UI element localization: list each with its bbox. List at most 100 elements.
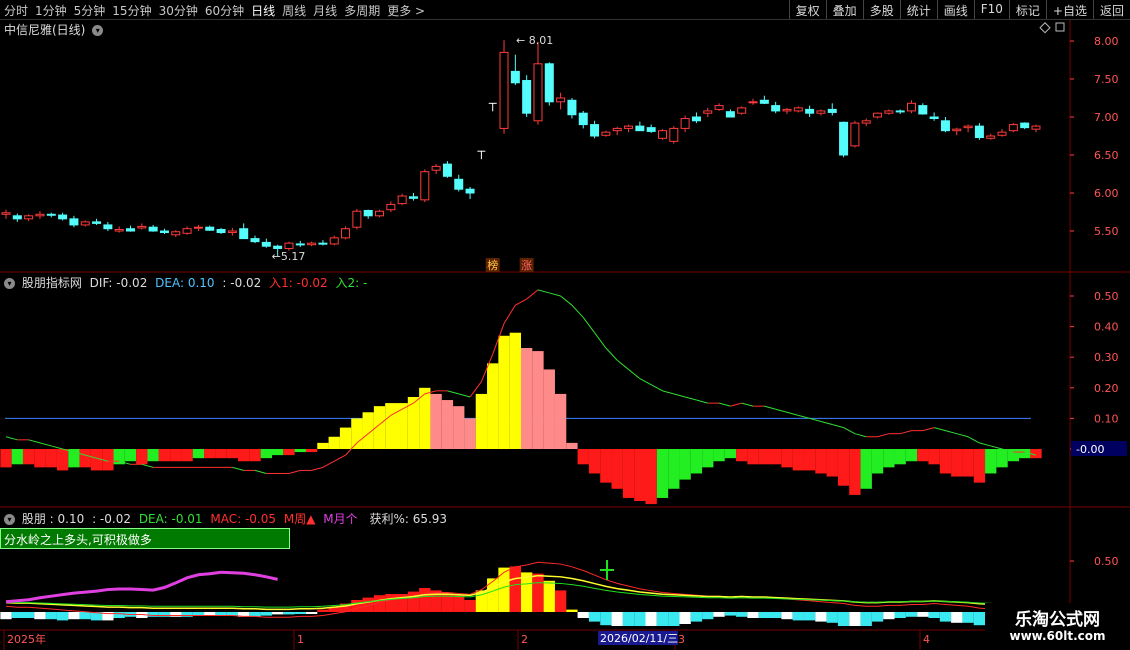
status-box: 分水岭之上多头,可积极做多 <box>0 528 290 549</box>
macd-tick-label: 0.20 <box>1094 382 1119 395</box>
candle-body <box>974 125 984 139</box>
candle-body <box>567 99 577 116</box>
macd-bar <box>181 449 193 462</box>
macd-bar <box>871 449 884 474</box>
entry2-label: 入2: - <box>335 276 368 290</box>
candle-body <box>341 228 351 239</box>
macd-bar <box>192 449 205 459</box>
bottom-bar <box>283 612 295 615</box>
macd-bar <box>238 449 250 462</box>
macd-bar <box>702 449 714 468</box>
bottom-bar <box>826 612 838 623</box>
macd-bar <box>894 449 906 465</box>
macd-bar <box>79 449 91 468</box>
month-label: M月个 <box>323 512 358 526</box>
price-tick-label: 7.50 <box>1094 73 1119 86</box>
bottom-bar <box>181 612 193 617</box>
candle-body <box>963 125 973 129</box>
dif-line <box>515 298 527 306</box>
stock-chart[interactable]: 8.00 7.50 7.00 6.50 6.00 5.50 ← 8.01 ←5.17 榜 涨 0.5… <box>0 0 1130 650</box>
macd-bar <box>532 351 544 449</box>
macd-bar <box>815 449 827 474</box>
dif-line <box>650 384 663 392</box>
stock-title: 中信尼雅(日线) <box>4 23 86 37</box>
candle-body <box>906 102 916 112</box>
bottom-bar <box>849 612 861 626</box>
dif-line <box>854 433 867 438</box>
bottom-bar <box>894 612 906 618</box>
bottom-bar <box>781 612 793 620</box>
macd-bar <box>475 393 488 449</box>
bottom-bar <box>385 594 397 612</box>
bottom-bar <box>487 578 499 612</box>
dea-label: DEA: 0.10 <box>155 276 215 290</box>
candle-body <box>556 97 566 103</box>
candle-body <box>193 226 203 229</box>
macd-bar <box>928 449 940 465</box>
candle-body <box>827 108 837 113</box>
candle-body <box>657 130 667 139</box>
bottom-bar <box>147 612 159 617</box>
bottom-bar <box>0 612 12 620</box>
bottom-bar <box>577 612 589 618</box>
dif-line <box>5 436 18 441</box>
macd-bar <box>826 449 838 477</box>
candle-body <box>805 108 815 114</box>
dif-line <box>673 393 686 398</box>
macd-bar <box>294 449 306 453</box>
bottom-bar <box>622 612 635 626</box>
high-price-label: ← 8.01 <box>516 34 553 47</box>
macd-bar <box>996 449 1008 468</box>
bottom-bar <box>611 612 623 626</box>
macd-bar <box>464 418 476 449</box>
macd-bar <box>34 449 46 468</box>
macd-tick-label: 0.40 <box>1094 321 1119 334</box>
bottom-bar <box>702 612 714 620</box>
chevron-down-icon[interactable]: ▾ <box>92 25 104 36</box>
macd-bar <box>124 449 137 462</box>
entry1-label: 入1: -0.02 <box>269 276 328 290</box>
candle-body <box>329 237 339 245</box>
candle-body <box>884 110 894 114</box>
macd-bar <box>11 449 23 465</box>
candle-body <box>307 242 317 246</box>
candle-body <box>454 178 464 190</box>
candle-body <box>499 51 509 129</box>
macd-bar <box>634 449 646 502</box>
candle-body <box>669 127 679 142</box>
macd-bar <box>453 406 465 449</box>
candle-body <box>691 116 701 122</box>
dif-line <box>832 424 844 429</box>
low-price-label: ←5.17 <box>272 250 306 263</box>
macd-bar <box>249 449 261 462</box>
candle-body <box>771 105 781 112</box>
bottom-bar <box>656 612 669 626</box>
time-label: 2025年 <box>7 632 46 646</box>
candle-body <box>216 228 226 234</box>
dif-line <box>684 396 697 401</box>
macd-bar <box>441 400 454 449</box>
candle-body <box>997 131 1007 136</box>
dif-line <box>605 347 618 361</box>
dif-line <box>447 390 459 395</box>
dif-line <box>967 436 980 444</box>
badge: 榜 <box>487 258 498 272</box>
macd-bar <box>860 449 872 489</box>
candle-body <box>703 110 713 114</box>
bottom-tick-label: 0.50 <box>1094 555 1119 568</box>
macd-bar <box>611 449 623 489</box>
macd-bar <box>226 449 239 459</box>
candle-body <box>940 120 950 132</box>
chevron-down-icon[interactable]: ▾ <box>4 278 15 289</box>
chevron-down-icon[interactable]: ▾ <box>4 514 15 525</box>
candle-body <box>295 243 305 246</box>
macd-bar <box>430 393 442 449</box>
bottom-bar <box>917 612 929 617</box>
candle-body <box>182 228 192 234</box>
bottom-title-bar: ▾ 股朋 : 0.10 : -0.02 DEA: -0.01 MAC: -0.0… <box>4 510 447 527</box>
candle-body <box>839 121 849 156</box>
bottom-bar <box>543 580 555 612</box>
macd-bar <box>317 442 329 449</box>
candle-body <box>148 226 158 232</box>
candle-body <box>1031 125 1041 130</box>
